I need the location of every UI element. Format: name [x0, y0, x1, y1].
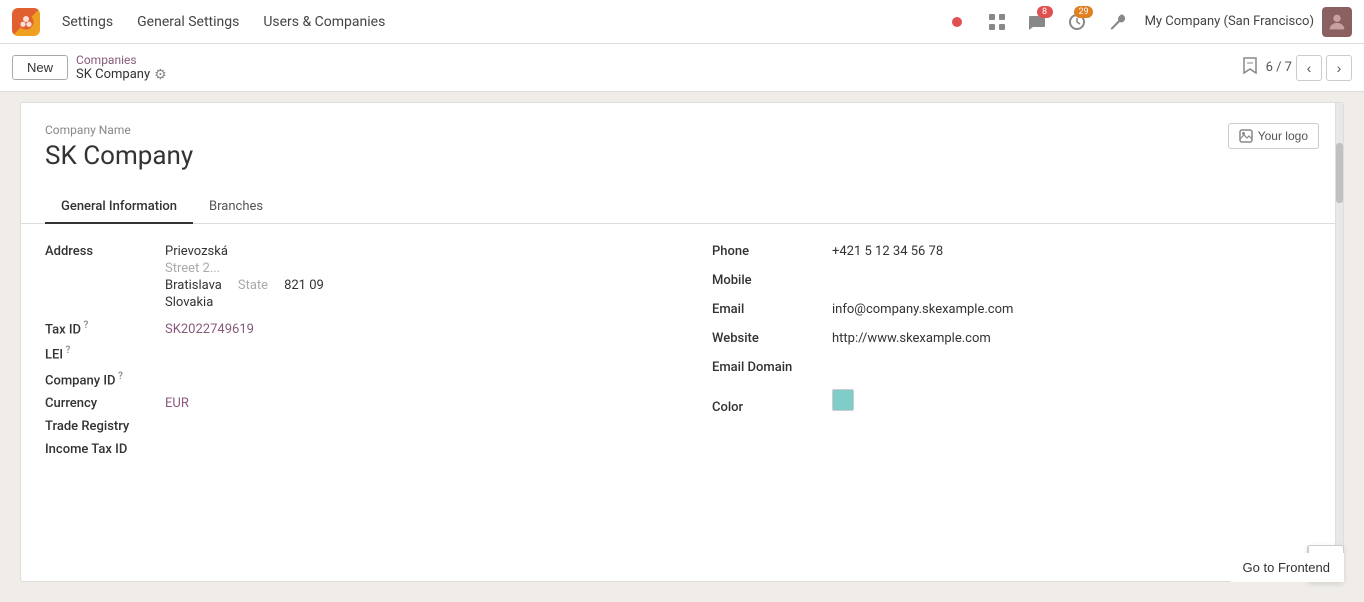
status-dot-icon: [952, 17, 962, 27]
tax-id-tooltip[interactable]: ?: [81, 320, 88, 331]
left-column: Address Prievozská Street 2... Bratislav…: [45, 244, 652, 465]
trade-registry-field: Trade Registry: [45, 419, 652, 434]
website-label: Website: [712, 331, 832, 346]
activity-badge: 29: [1074, 6, 1092, 18]
currency-value[interactable]: EUR: [165, 396, 189, 411]
company-name-label: Company Name: [45, 123, 1319, 137]
address-city[interactable]: Bratislava: [165, 278, 222, 293]
nav-users-companies[interactable]: Users & Companies: [251, 0, 397, 44]
form-body: Address Prievozská Street 2... Bratislav…: [21, 224, 1343, 485]
lei-tooltip[interactable]: ?: [63, 345, 70, 356]
nav-settings[interactable]: Settings: [50, 0, 125, 44]
form-header: Company Name SK Company Your logo: [21, 103, 1343, 181]
address-line2[interactable]: Street 2...: [165, 261, 324, 276]
address-value: Prievozská Street 2... Bratislava State …: [165, 244, 324, 310]
wrench-icon: [1108, 13, 1126, 31]
user-avatar[interactable]: [1322, 7, 1352, 37]
image-icon: [1239, 129, 1253, 143]
app-logo[interactable]: [12, 8, 40, 36]
tab-general-information[interactable]: General Information: [45, 191, 193, 224]
tab-branches[interactable]: Branches: [193, 191, 279, 224]
breadcrumb-current-text: SK Company: [76, 67, 150, 82]
right-column: Phone +421 5 12 34 56 78 Mobile Email in…: [712, 244, 1319, 465]
tax-id-label: Tax ID ?: [45, 320, 165, 337]
go-to-frontend-button[interactable]: Go to Frontend: [1229, 553, 1344, 582]
email-value[interactable]: info@company.skexample.com: [832, 302, 1013, 317]
pager-next-button[interactable]: ›: [1326, 55, 1352, 81]
top-navigation: Settings General Settings Users & Compan…: [0, 0, 1364, 44]
activity-btn[interactable]: 29: [1061, 6, 1093, 38]
phone-value[interactable]: +421 5 12 34 56 78: [832, 244, 943, 259]
chat-btn[interactable]: 8: [1021, 6, 1053, 38]
address-zip[interactable]: 821 09: [284, 278, 324, 293]
website-value[interactable]: http://www.skexample.com: [832, 331, 991, 346]
color-field: Color: [712, 389, 1319, 415]
company-id-label: Company ID ?: [45, 371, 165, 388]
currency-field: Currency EUR: [45, 396, 652, 411]
pager: 6 / 7: [1266, 60, 1292, 75]
tax-id-value[interactable]: SK2022749619: [165, 322, 254, 337]
currency-label: Currency: [45, 396, 165, 411]
mobile-label: Mobile: [712, 273, 832, 288]
actionbar-right: 6 / 7 ‹ ›: [1238, 52, 1352, 83]
phone-label: Phone: [712, 244, 832, 259]
trade-registry-label: Trade Registry: [45, 419, 165, 434]
breadcrumb-parent[interactable]: Companies: [76, 53, 167, 67]
lei-field: LEI ?: [45, 345, 652, 362]
address-label: Address: [45, 244, 165, 259]
income-tax-id-field: Income Tax ID: [45, 442, 652, 457]
company-id-tooltip[interactable]: ?: [116, 371, 123, 382]
tabs-container: General Information Branches: [21, 191, 1343, 224]
color-swatch[interactable]: [832, 389, 854, 411]
actionbar: New Companies SK Company ⚙ 6 / 7 ‹ ›: [0, 44, 1364, 92]
tax-id-field: Tax ID ? SK2022749619: [45, 320, 652, 337]
status-dot-btn[interactable]: [941, 6, 973, 38]
color-label: Color: [712, 400, 832, 415]
bottom-action-bar: Go to Frontend ⋮: [1307, 545, 1344, 582]
address-country[interactable]: Slovakia: [165, 295, 324, 310]
grid-menu-btn[interactable]: [981, 6, 1013, 38]
breadcrumb: Companies SK Company ⚙: [76, 53, 167, 83]
company-name-display[interactable]: My Company (San Francisco): [1145, 14, 1314, 29]
topnav-right: 8 29 My Company (San Francisco): [941, 6, 1352, 38]
income-tax-id-label: Income Tax ID: [45, 442, 165, 457]
new-button[interactable]: New: [12, 55, 68, 80]
website-field: Website http://www.skexample.com: [712, 331, 1319, 346]
company-id-field: Company ID ?: [45, 371, 652, 388]
email-label: Email: [712, 302, 832, 317]
address-city-row: Bratislava State 821 09: [165, 278, 324, 293]
lei-label: LEI ?: [45, 345, 165, 362]
scrollbar-thumb[interactable]: [1336, 143, 1343, 203]
company-title: SK Company: [45, 141, 1319, 171]
email-field: Email info@company.skexample.com: [712, 302, 1319, 317]
wrench-btn[interactable]: [1101, 6, 1133, 38]
grid-icon: [988, 13, 1006, 31]
email-domain-field: Email Domain: [712, 360, 1319, 375]
email-domain-label: Email Domain: [712, 360, 832, 375]
gear-icon[interactable]: ⚙: [154, 67, 167, 83]
logo-button[interactable]: Your logo: [1228, 123, 1319, 149]
logo-btn-label: Your logo: [1258, 129, 1308, 143]
bookmark-icon: [1242, 56, 1258, 74]
mobile-field: Mobile: [712, 273, 1319, 288]
address-line1[interactable]: Prievozská: [165, 244, 324, 259]
breadcrumb-current: SK Company ⚙: [76, 67, 167, 83]
chat-badge: 8: [1037, 6, 1053, 18]
scrollbar[interactable]: [1335, 103, 1343, 581]
pager-text: 6 / 7: [1266, 60, 1292, 75]
bookmark-button[interactable]: [1238, 52, 1262, 83]
pager-prev-button[interactable]: ‹: [1296, 55, 1322, 81]
address-field-group: Address Prievozská Street 2... Bratislav…: [45, 244, 652, 310]
nav-general-settings[interactable]: General Settings: [125, 0, 251, 44]
phone-field: Phone +421 5 12 34 56 78: [712, 244, 1319, 259]
form-container: Company Name SK Company Your logo Genera…: [20, 102, 1344, 582]
address-state[interactable]: State: [238, 278, 268, 293]
